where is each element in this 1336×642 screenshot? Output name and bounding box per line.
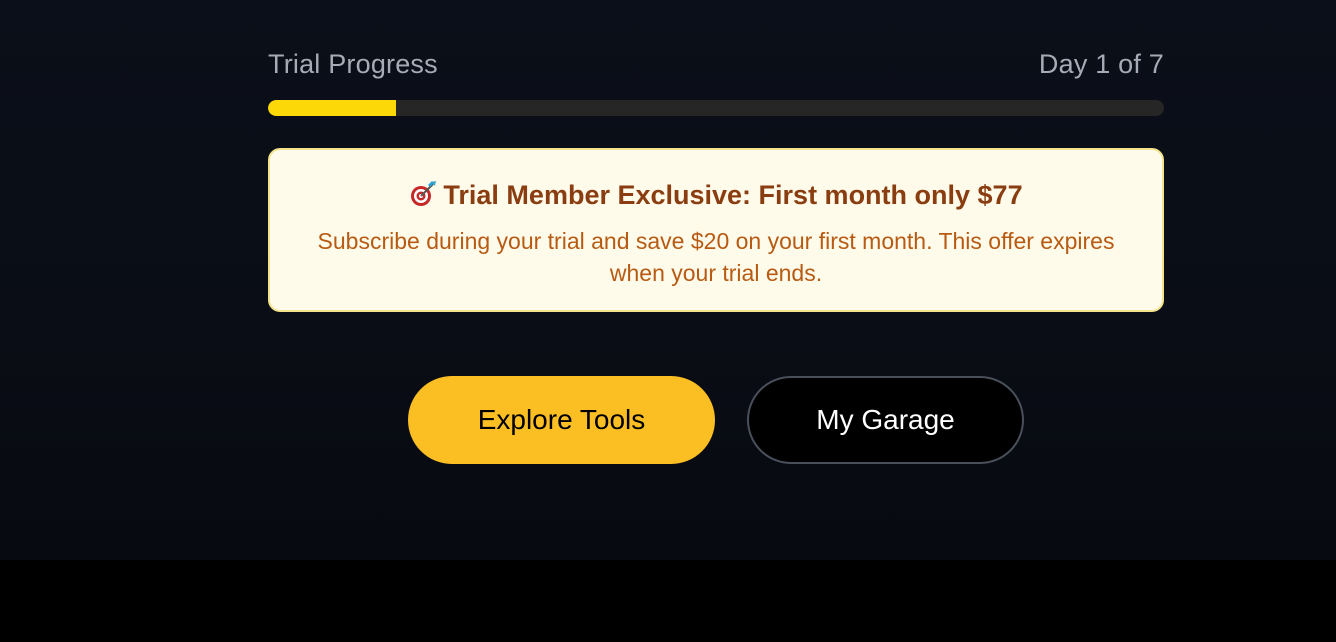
trial-progress-bar	[268, 100, 1164, 116]
target-dart-icon	[409, 180, 437, 208]
trial-progress-header: Trial Progress Day 1 of 7	[268, 44, 1164, 84]
footer-band	[0, 560, 1336, 642]
offer-title: Trial Member Exclusive: First month only…	[270, 178, 1162, 212]
offer-title-text: Trial Member Exclusive: First month only…	[443, 180, 1023, 210]
offer-banner: Trial Member Exclusive: First month only…	[268, 148, 1164, 312]
explore-tools-button[interactable]: Explore Tools	[408, 376, 715, 464]
trial-page: Trial Progress Day 1 of 7 Trial Member E…	[0, 0, 1336, 642]
my-garage-button[interactable]: My Garage	[747, 376, 1024, 464]
hero-section: Trial Progress Day 1 of 7 Trial Member E…	[0, 0, 1336, 560]
offer-description: Subscribe during your trial and save $20…	[317, 228, 1115, 286]
trial-progress-fill	[268, 100, 397, 116]
trial-day-counter: Day 1 of 7	[1038, 48, 1164, 79]
trial-progress-label: Trial Progress	[268, 48, 438, 79]
